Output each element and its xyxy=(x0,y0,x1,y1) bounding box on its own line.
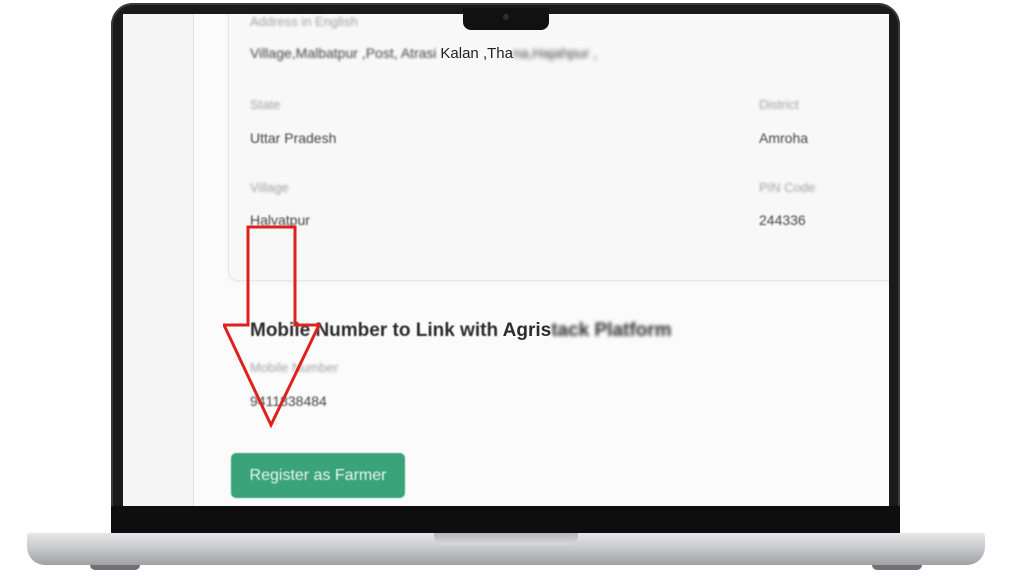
district-value: Amroha xyxy=(759,130,809,146)
bottom-bezel xyxy=(111,506,900,533)
camera-notch xyxy=(463,8,549,30)
address-value: Village,Malbatpur ,Post, Atrasi Kalan ,T… xyxy=(250,45,597,62)
camera-icon xyxy=(503,14,509,20)
state-label: State xyxy=(250,97,281,112)
down-arrow-icon xyxy=(223,225,322,429)
pin-label: PIN Code xyxy=(759,180,816,195)
laptop-foot-left xyxy=(90,565,140,570)
address-label: Address in English xyxy=(250,14,358,29)
pin-value: 244336 xyxy=(759,212,806,228)
address-value-start: Village,Malbatpur ,Post, Atrasi xyxy=(250,45,441,61)
laptop-lip xyxy=(434,533,578,545)
village-label: Village xyxy=(250,180,289,195)
register-as-farmer-button[interactable]: Register as Farmer xyxy=(231,453,405,498)
address-value-visible: Kalan ,Tha xyxy=(440,45,513,62)
address-value-end: na,Hajahpur , xyxy=(512,45,598,61)
laptop-foot-right xyxy=(872,565,922,570)
annotation-arrow xyxy=(223,225,322,429)
mobile-title-visible: Agris xyxy=(502,320,552,341)
mobile-title-end: tack Platform xyxy=(551,320,672,341)
district-label: District xyxy=(759,97,799,112)
state-value: Uttar Pradesh xyxy=(250,130,337,146)
